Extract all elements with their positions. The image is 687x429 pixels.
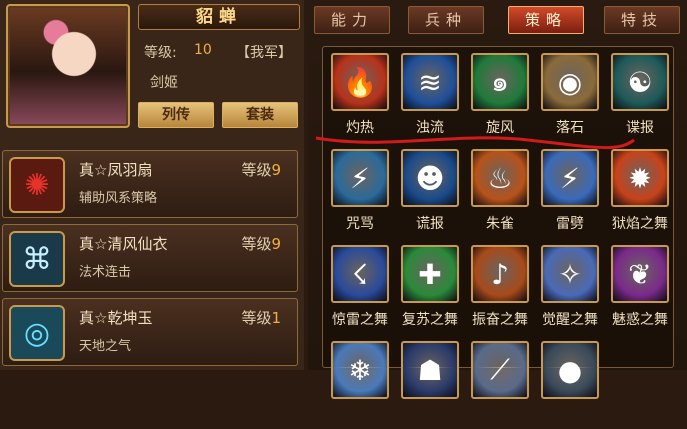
equipment-slot-3[interactable]: ◎ 真☆乾坤玉 等级1 天地之气 bbox=[2, 298, 298, 366]
equipment-name: 真☆清风仙衣 bbox=[79, 235, 168, 253]
robe-icon: ⌘ bbox=[9, 231, 65, 287]
annotation-underline bbox=[315, 136, 635, 150]
level-value: 10 bbox=[194, 42, 212, 58]
equipment-level: 等级9 bbox=[241, 235, 281, 253]
character-panel: 貂蝉 等级: 10 【我军】 剑姬 列传 套装 ✺ 真☆凤羽扇 等级9 辅助风系… bbox=[0, 0, 304, 370]
equipment-slot-2[interactable]: ⌘ 真☆清风仙衣 等级9 法术连击 bbox=[2, 224, 298, 292]
character-name: 貂蝉 bbox=[138, 4, 300, 30]
biography-button[interactable]: 列传 bbox=[138, 102, 214, 128]
equipment-level: 等级1 bbox=[241, 309, 281, 327]
strategy-panel: 能力 兵种 策略 特技 🔥 灼热 ≋ 浊流๑旋风 ◉ 落石 ☯ 谍报 ⚡ 咒骂 ☻ 谎报 ♨ 朱雀 ⚡ 雷劈 ✹… bbox=[308, 0, 687, 399]
equipment-desc: 天地之气 bbox=[79, 339, 132, 354]
character-portrait bbox=[6, 4, 130, 128]
jade-icon: ◎ bbox=[9, 305, 65, 361]
equipment-level: 等级9 bbox=[241, 161, 281, 179]
equipment-slot-1[interactable]: ✺ 真☆凤羽扇 等级9 辅助风系策略 bbox=[2, 150, 298, 218]
equipment-name: 真☆乾坤玉 bbox=[79, 309, 153, 327]
outfit-button[interactable]: 套装 bbox=[222, 102, 298, 128]
class-label: 剑姬 bbox=[150, 75, 178, 91]
faction-label: 【我军】 bbox=[236, 45, 292, 61]
level-label: 等级: bbox=[144, 45, 177, 61]
equipment-desc: 法术连击 bbox=[79, 265, 132, 280]
equipment-desc: 辅助风系策略 bbox=[79, 191, 158, 206]
equipment-name: 真☆凤羽扇 bbox=[79, 161, 153, 179]
feather-fan-icon: ✺ bbox=[9, 157, 65, 213]
